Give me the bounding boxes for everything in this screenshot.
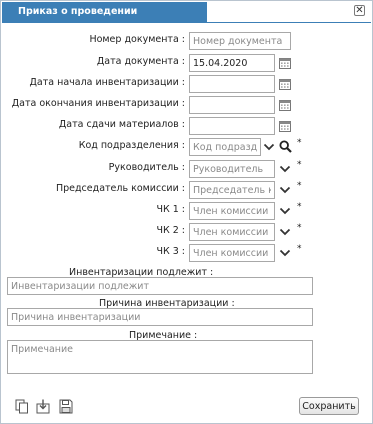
chevron-down-icon[interactable] [279, 248, 291, 258]
chairman-input[interactable] [189, 181, 275, 199]
doc-date-input[interactable] [189, 54, 275, 72]
head-input[interactable] [189, 160, 275, 178]
required-marker: * [297, 181, 302, 191]
inv-end-label: Дата окончания инвентаризации : [11, 98, 185, 109]
import-icon[interactable] [36, 399, 50, 414]
subject-input[interactable] [7, 277, 313, 295]
doc-date-label: Дата документа : [96, 56, 185, 67]
chevron-down-icon[interactable] [279, 206, 291, 216]
member1-input[interactable] [189, 202, 275, 220]
inv-start-input[interactable] [189, 75, 275, 93]
member1-label: ЧК 1 : [156, 204, 185, 215]
note-textarea[interactable] [7, 340, 313, 374]
member2-input[interactable] [189, 223, 275, 241]
chairman-label: Председатель комиссии : [55, 183, 185, 194]
chevron-down-icon[interactable] [263, 142, 275, 152]
search-icon[interactable] [279, 140, 292, 153]
calendar-icon[interactable] [279, 78, 291, 90]
required-marker: * [297, 223, 302, 233]
calendar-icon[interactable] [279, 57, 291, 69]
required-marker: * [297, 160, 302, 170]
floppy-disk-icon[interactable] [59, 399, 73, 414]
copy-icon[interactable] [15, 399, 29, 414]
title-underline [2, 22, 371, 23]
chevron-down-icon[interactable] [279, 164, 291, 174]
inv-end-input[interactable] [189, 96, 275, 114]
dept-code-input[interactable] [189, 138, 261, 156]
calendar-icon[interactable] [279, 120, 291, 132]
dialog-title: Приказ о проведении инвентаризации [2, 2, 207, 37]
close-button[interactable]: ✕ [354, 5, 365, 16]
handover-date-label: Дата сдачи материалов : [58, 119, 185, 130]
required-marker: * [297, 138, 302, 148]
save-button[interactable]: Сохранить [299, 397, 359, 415]
doc-number-label: Номер документа : [89, 34, 185, 45]
head-label: Руководитель : [108, 162, 185, 173]
required-marker: * [297, 202, 302, 212]
inventory-order-dialog: Приказ о проведении инвентаризации ✕ Ном… [0, 0, 373, 424]
inv-start-label: Дата начала инвентаризации : [29, 77, 185, 88]
calendar-icon[interactable] [279, 99, 291, 111]
dept-code-label: Код подразделения : [78, 140, 185, 151]
reason-input[interactable] [7, 308, 313, 326]
member3-input[interactable] [189, 244, 275, 262]
chevron-down-icon[interactable] [279, 227, 291, 237]
handover-date-input[interactable] [189, 117, 275, 135]
chevron-down-icon[interactable] [279, 185, 291, 195]
required-marker: * [297, 244, 302, 254]
doc-number-input[interactable] [189, 32, 291, 50]
member2-label: ЧК 2 : [156, 225, 185, 236]
member3-label: ЧК 3 : [156, 246, 185, 257]
